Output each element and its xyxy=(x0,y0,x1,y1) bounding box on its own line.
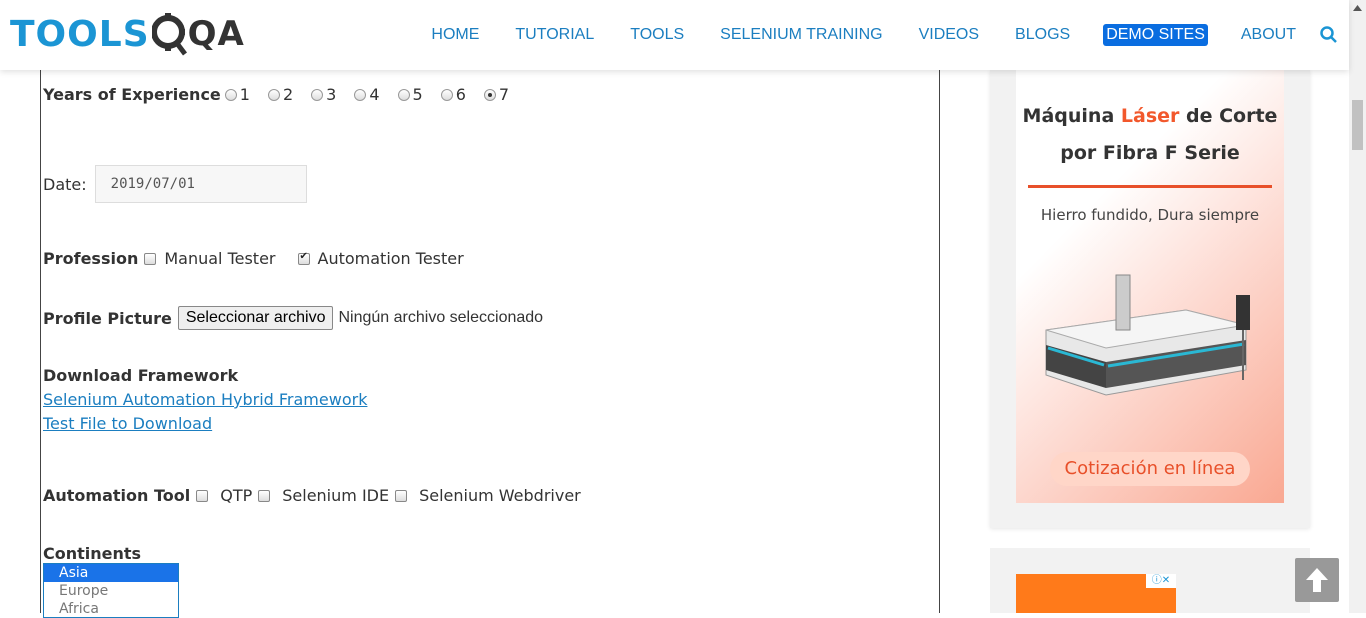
ad-title: Máquina Láser de Corte por Fibra F Serie xyxy=(1022,105,1278,164)
nav-about[interactable]: ABOUT xyxy=(1238,24,1299,46)
logo-tools-text: TOOLS xyxy=(10,13,150,55)
automation-tester-checkbox[interactable] xyxy=(297,251,310,265)
download-link-row-2: Test File to Download xyxy=(43,414,212,433)
experience-radio-2[interactable]: 2 xyxy=(267,85,293,104)
radio-button[interactable] xyxy=(267,88,280,101)
manual-tester-checkbox[interactable] xyxy=(144,252,157,265)
continent-option-africa[interactable]: Africa xyxy=(44,600,178,617)
radio-button[interactable] xyxy=(397,88,410,101)
form-container: Years of Experience 1 2 3 4 5 6 7 Date: … xyxy=(40,70,940,618)
continents-label: Continents xyxy=(43,544,142,563)
nav-demo-sites[interactable]: DEMO SITES xyxy=(1103,24,1208,46)
radio-button[interactable] xyxy=(224,88,237,101)
page-scrollbar[interactable] xyxy=(1349,0,1366,613)
file-status: Ningún archivo seleccionado xyxy=(338,309,544,326)
automation-tester-label: Automation Tester xyxy=(317,249,464,268)
ad-banner[interactable]: Máquina Láser de Corte por Fibra F Serie… xyxy=(1016,70,1284,503)
back-to-top-button[interactable] xyxy=(1295,558,1339,602)
ad-divider xyxy=(1028,185,1272,188)
ad-quote-button[interactable]: Cotización en línea xyxy=(1050,452,1250,486)
continents-listbox[interactable]: Asia Europe Africa xyxy=(43,563,179,618)
adchoices-icon[interactable]: ⓘ✕ xyxy=(1146,574,1176,588)
selenium-ide-checkbox[interactable] xyxy=(258,489,271,502)
continent-option-europe[interactable]: Europe xyxy=(44,582,178,600)
profession-row: Profession Manual Tester Automation Test… xyxy=(43,249,464,268)
date-row: Date: 2019/07/01 xyxy=(43,165,307,203)
radio-button[interactable] xyxy=(311,88,324,101)
laser-machine-image xyxy=(1045,274,1250,396)
continent-option-asia[interactable]: Asia xyxy=(44,564,178,582)
scrollbar-thumb[interactable] xyxy=(1352,100,1363,150)
experience-radio-1[interactable]: 1 xyxy=(224,85,250,104)
selenium-ide-label: Selenium IDE xyxy=(282,486,390,505)
sidebar-ad[interactable]: Máquina Láser de Corte por Fibra F Serie… xyxy=(990,70,1310,528)
experience-radio-5[interactable]: 5 xyxy=(397,85,423,104)
experience-row: Years of Experience 1 2 3 4 5 6 7 xyxy=(43,85,527,104)
nav-tutorial[interactable]: TUTORIAL xyxy=(512,24,597,46)
experience-label: Years of Experience xyxy=(43,85,221,104)
gear-icon xyxy=(151,13,187,56)
selenium-webdriver-label: Selenium Webdriver xyxy=(419,486,581,505)
download-link-row-1: Selenium Automation Hybrid Framework xyxy=(43,390,367,409)
radio-button[interactable] xyxy=(354,88,367,101)
choose-file-button[interactable]: Seleccionar archivo xyxy=(177,306,334,330)
site-header: TOOLS QA HOME TUTORIAL TOOLS SELENIUM TR… xyxy=(0,0,1349,70)
nav-tools[interactable]: TOOLS xyxy=(627,24,687,46)
main-nav: HOME TUTORIAL TOOLS SELENIUM TRAINING VI… xyxy=(398,24,1339,46)
selenium-webdriver-checkbox[interactable] xyxy=(395,489,408,502)
logo-qa-text: QA xyxy=(187,14,245,54)
profile-picture-row: Profile Picture Seleccionar archivo Ning… xyxy=(43,306,543,330)
qtp-checkbox[interactable] xyxy=(196,489,209,502)
download-heading-row: Download Framework xyxy=(43,366,238,385)
scroll-up-arrow-icon[interactable] xyxy=(1349,0,1366,17)
nav-videos[interactable]: VIDEOS xyxy=(916,24,982,46)
profile-picture-label: Profile Picture xyxy=(43,308,172,328)
toolsqa-logo[interactable]: TOOLS QA xyxy=(10,10,245,58)
experience-radio-7[interactable]: 7 xyxy=(483,85,509,104)
radio-button-selected[interactable] xyxy=(483,88,496,101)
experience-radio-6[interactable]: 6 xyxy=(440,85,466,104)
automation-tool-label: Automation Tool xyxy=(43,486,191,505)
experience-radio-4[interactable]: 4 xyxy=(354,85,380,104)
nav-selenium-training[interactable]: SELENIUM TRAINING xyxy=(717,24,885,46)
ad-banner-2[interactable]: ⓘ✕ xyxy=(1016,574,1176,613)
manual-tester-label: Manual Tester xyxy=(164,249,276,268)
nav-blogs[interactable]: BLOGS xyxy=(1012,24,1073,46)
automation-tool-row: Automation Tool QTP Selenium IDE Seleniu… xyxy=(43,486,581,505)
continents-heading-row: Continents xyxy=(43,544,141,563)
download-framework-label: Download Framework xyxy=(43,366,239,385)
profession-label: Profession xyxy=(43,249,139,268)
date-input[interactable]: 2019/07/01 xyxy=(94,165,307,203)
ad-subtitle: Hierro fundido, Dura siempre xyxy=(1040,206,1260,224)
sidebar-ad-2[interactable]: ⓘ✕ xyxy=(990,548,1310,613)
test-file-link[interactable]: Test File to Download xyxy=(43,414,212,433)
nav-home[interactable]: HOME xyxy=(428,24,482,46)
selenium-framework-link[interactable]: Selenium Automation Hybrid Framework xyxy=(43,390,367,409)
radio-button[interactable] xyxy=(440,88,453,101)
arrow-up-icon xyxy=(1306,568,1328,592)
search-icon[interactable] xyxy=(1319,25,1339,45)
qtp-label: QTP xyxy=(220,486,253,505)
date-label: Date: xyxy=(43,174,87,194)
experience-radio-3[interactable]: 3 xyxy=(311,85,336,104)
